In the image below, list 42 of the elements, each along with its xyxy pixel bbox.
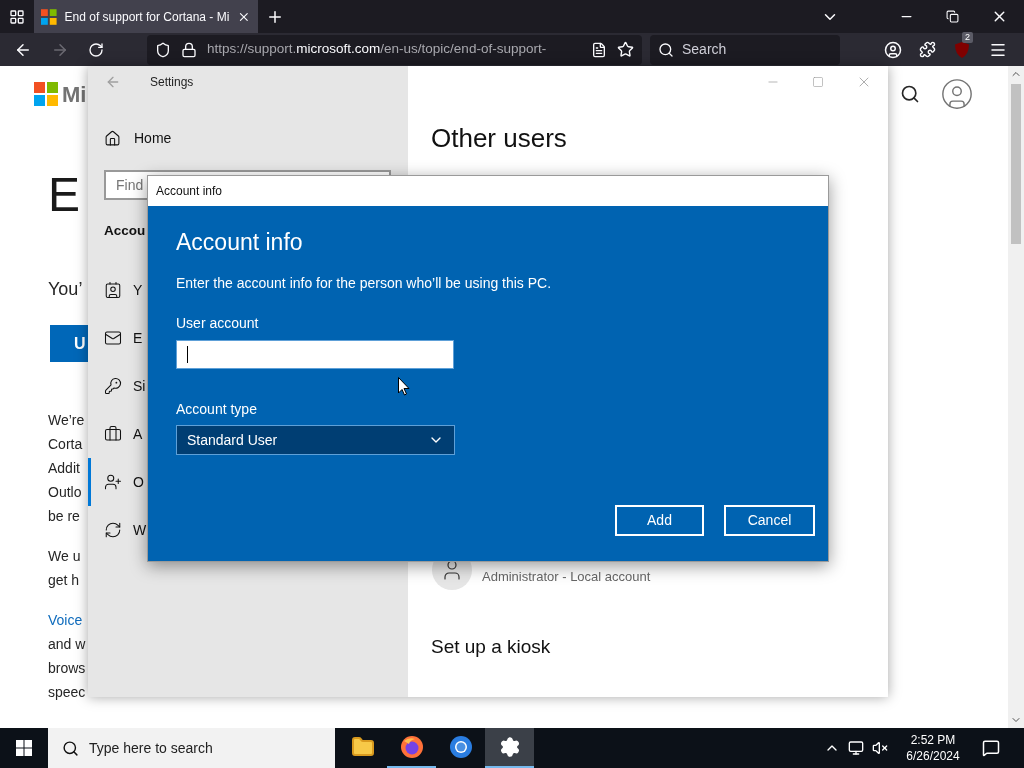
nav-item[interactable]: E	[88, 314, 147, 362]
search-field[interactable]: Search	[650, 34, 840, 65]
url-text: https://support.microsoft.com/en-us/topic/end-of-support-	[207, 40, 548, 59]
nav-item[interactable]: A	[88, 410, 147, 458]
paragraph-line: and w	[48, 635, 86, 654]
nav-item[interactable]: W	[88, 506, 147, 554]
address-bar[interactable]: https://support.microsoft.com/en-us/topic/end-of-support-	[147, 34, 642, 65]
dialog-title: Account info	[156, 183, 223, 200]
nav-item[interactable]: Si	[88, 362, 147, 410]
browser-tab[interactable]: End of support for Cortana - Mi	[34, 0, 258, 33]
dialog-description: Enter the account info for the person who’ll be using this PC.	[176, 274, 553, 293]
paragraph-line: Addit	[48, 459, 81, 478]
paragraph-line: get h	[48, 571, 81, 590]
dialog-heading: Account info	[176, 228, 304, 257]
paragraph-line: speec	[48, 683, 86, 702]
paragraph-line: brows	[48, 659, 86, 678]
paragraph-line: Corta	[48, 435, 84, 454]
account-type-dropdown[interactable]: Standard User	[176, 425, 455, 455]
paragraph-line: We’re	[48, 411, 85, 430]
tab-title: End of support for Cortana - Mi	[64, 8, 230, 26]
field-label: User account	[176, 314, 260, 333]
page-button[interactable]: U	[50, 325, 88, 362]
section-heading: Accou	[104, 222, 146, 240]
paragraph-line: be re	[48, 507, 81, 526]
page-subtitle: You’	[48, 278, 83, 301]
home-item[interactable]: Home	[88, 118, 408, 158]
brand-name: Mi	[62, 80, 87, 109]
notification-badge: 2	[962, 31, 973, 43]
section-heading: Set up a kiosk	[431, 635, 552, 659]
clock[interactable]: 2:52 PM 6/26/2024	[898, 732, 968, 764]
paragraph-line: We u	[48, 547, 81, 566]
dialog-button[interactable]: Cancel	[724, 505, 815, 536]
page-heading: E	[48, 167, 80, 223]
nav-item[interactable]: Y	[88, 266, 147, 314]
field-label: Account type	[176, 400, 258, 419]
paragraph-line: Outlo	[48, 483, 83, 502]
account-type: Administrator - Local account	[482, 568, 651, 586]
taskbar-search-field[interactable]: Type here to search	[48, 728, 335, 768]
text-link[interactable]: Voice	[48, 608, 86, 632]
page-title: Other users	[431, 122, 568, 155]
window-title: Settings	[150, 74, 194, 91]
dialog-button[interactable]: Add	[615, 505, 704, 536]
